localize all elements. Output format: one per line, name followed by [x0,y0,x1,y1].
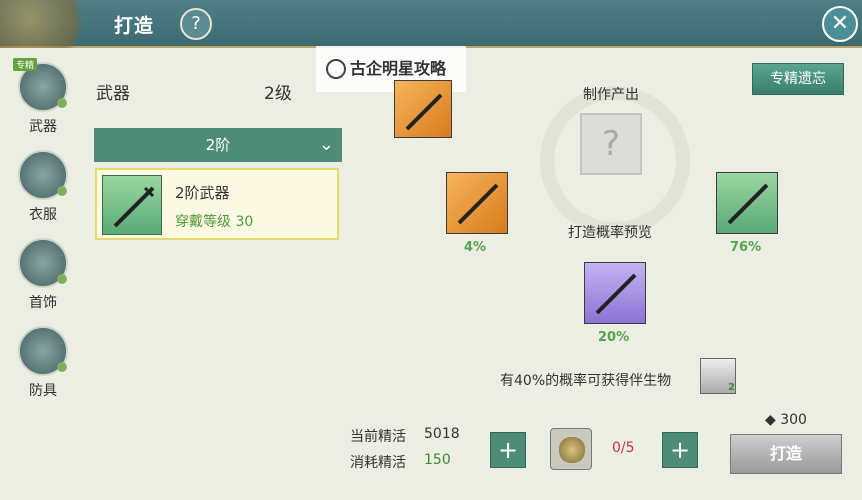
status-dot [57,98,67,108]
currency-display: ◆ 300 [765,412,807,428]
item-requirement: 穿戴等级 30 [175,214,254,230]
tab-label: 首饰 [29,295,57,311]
tab-label: 防具 [29,383,57,399]
tab-armor[interactable]: 防具 [10,326,76,400]
material-count: 0/5 [612,440,635,456]
orange-outcome-sword-icon[interactable] [446,172,508,234]
cost-energy-value: 150 [424,452,451,468]
current-energy-label: 当前精活 [350,429,406,445]
tab-clothes[interactable]: 衣服 [10,150,76,224]
add-energy-button[interactable]: + [490,432,526,468]
category-level: 2级 [264,84,292,104]
window-title: 打造 [114,15,155,37]
watermark-logo-icon [326,59,346,79]
currency-amount: 300 [780,412,807,428]
close-button[interactable]: ✕ [822,6,858,42]
expert-forget-button[interactable]: 专精遗忘 [752,63,844,95]
dragon-decoration [0,0,100,48]
output-label: 制作产出 [583,87,639,103]
status-dot [57,362,67,372]
green-outcome-percent: 76% [730,240,762,255]
preview-label: 打造概率预览 [568,225,652,241]
title-bar: 打造 ? ✕ [0,0,862,48]
status-dot [57,274,67,284]
cost-energy-label: 消耗精活 [350,455,406,471]
orange-outcome-percent: 4% [464,240,487,255]
sword-icon[interactable] [394,80,452,138]
chevron-down-icon: ⌄ [318,134,334,155]
item-name: 2阶武器 [175,184,230,202]
help-button[interactable]: ? [180,8,212,40]
purple-outcome-sword-icon[interactable] [584,262,646,324]
tab-weapon[interactable]: 专精 武器 [10,58,76,136]
current-energy-value: 5018 [424,426,460,442]
bonus-text: 有40%的概率可获得伴生物 [500,373,672,389]
sword-icon [102,175,162,235]
tab-label: 武器 [29,119,57,135]
purple-outcome-percent: 20% [598,330,630,345]
unknown-output-icon: ? [580,113,642,175]
tier-dropdown[interactable]: 2阶 ⌄ [94,128,342,162]
add-material-button[interactable]: + [662,432,698,468]
watermark-text: 古企明星攻略 [350,59,447,78]
expert-badge: 专精 [13,58,38,71]
forge-button[interactable]: 打造 [730,434,842,474]
category-name: 武器 [96,84,130,104]
tier-value: 2阶 [205,136,231,154]
tab-label: 衣服 [29,207,57,223]
bonus-item-count: 2 [728,382,735,393]
silver-icon: ◆ [765,412,776,428]
item-row[interactable]: 2阶武器 穿戴等级 30 [95,168,339,240]
green-outcome-sword-icon[interactable] [716,172,778,234]
ore-icon [559,437,585,463]
status-dot [57,186,67,196]
tab-jewelry[interactable]: 首饰 [10,238,76,312]
ore-material-icon[interactable] [550,428,592,470]
